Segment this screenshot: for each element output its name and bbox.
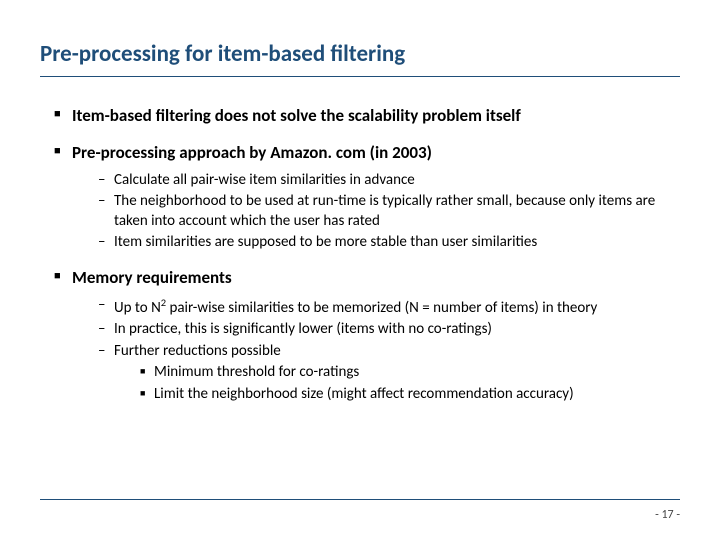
text-fragment: pair-wise similarities to be memorized (… <box>166 299 597 317</box>
slide-title: Pre-processing for item-based filtering <box>40 40 680 68</box>
list-item: Pre-processing approach by Amazon. com (… <box>58 142 680 253</box>
bullet-text: Item-based filtering does not solve the … <box>72 105 680 128</box>
text-fragment: Further reductions possible <box>114 342 281 360</box>
bullet-text: Pre-processing approach by Amazon. com (… <box>72 142 680 165</box>
footer-divider <box>40 499 680 500</box>
list-item: Item similarities are supposed to be mor… <box>98 233 680 253</box>
sub-list: Up to N2 pair-wise similarities to be me… <box>72 296 680 405</box>
bullet-text: Memory requirements <box>72 267 680 290</box>
slide: Pre-processing for item-based filtering … <box>0 0 720 540</box>
bullet-list: Item-based filtering does not solve the … <box>40 105 680 404</box>
title-divider <box>40 76 680 77</box>
list-item: Memory requirements Up to N2 pair-wise s… <box>58 267 680 404</box>
list-item: Limit the neighborhood size (might affec… <box>140 385 680 405</box>
list-item: Calculate all pair-wise item similaritie… <box>98 171 680 191</box>
sub-list: Calculate all pair-wise item similaritie… <box>72 171 680 253</box>
list-item: Up to N2 pair-wise similarities to be me… <box>98 296 680 319</box>
text-fragment: Up to N <box>114 299 161 317</box>
list-item: In practice, this is significantly lower… <box>98 320 680 340</box>
list-item: Further reductions possible Minimum thre… <box>98 342 680 405</box>
sub-sub-list: Minimum threshold for co-ratings Limit t… <box>114 363 680 404</box>
page-number: - 17 - <box>655 508 680 522</box>
list-item: Item-based filtering does not solve the … <box>58 105 680 128</box>
list-item: The neighborhood to be used at run-time … <box>98 192 680 231</box>
list-item: Minimum threshold for co-ratings <box>140 363 680 383</box>
